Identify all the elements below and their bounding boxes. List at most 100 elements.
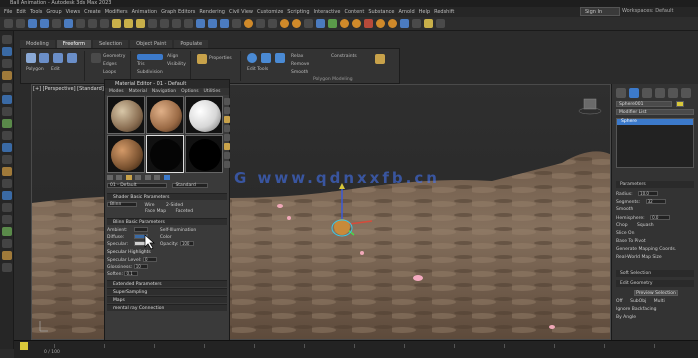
slice-on-checkbox[interactable]: Slice On <box>616 231 634 236</box>
soften-field[interactable]: 0.1 <box>124 271 139 276</box>
named-sets-icon[interactable] <box>244 19 253 28</box>
curve-editor-icon[interactable] <box>316 19 325 28</box>
move-tool-icon[interactable] <box>2 47 12 56</box>
spinner-snap-icon[interactable] <box>232 19 241 28</box>
toggle-scene-explorer-icon[interactable] <box>280 19 289 28</box>
base-to-pivot-checkbox[interactable]: Base To Pivot <box>616 239 646 244</box>
make-preview-icon[interactable] <box>224 143 230 150</box>
edit-tools-icon[interactable] <box>247 53 257 63</box>
select-by-name-icon[interactable] <box>76 19 85 28</box>
menu-content[interactable]: Content <box>344 9 364 15</box>
off-radio[interactable]: Off <box>616 299 623 304</box>
properties-icon[interactable] <box>197 54 207 64</box>
pivot-icon[interactable] <box>172 19 181 28</box>
menu-file[interactable]: File <box>4 9 12 15</box>
a360-icon[interactable] <box>412 19 421 28</box>
gen-mapping-checkbox[interactable]: Generate Mapping Coords. <box>616 247 676 252</box>
menu-redshift[interactable]: Redshift <box>434 9 454 15</box>
percent-snap-icon[interactable] <box>220 19 229 28</box>
faceted-checkbox[interactable]: Faceted <box>176 209 194 214</box>
me-menu-utilities[interactable]: Utilities <box>204 88 221 95</box>
preview-selection-button[interactable]: Preview Selection <box>634 290 678 296</box>
menu-help[interactable]: Help <box>419 9 430 15</box>
hide-icon[interactable] <box>2 107 12 116</box>
edit-geometry-rollout[interactable]: Edit Geometry <box>616 280 694 287</box>
multi-radio[interactable]: Multi <box>654 299 665 304</box>
material-slot-4[interactable] <box>107 135 145 173</box>
material-editor-icon[interactable] <box>340 19 349 28</box>
angle-snap-icon[interactable] <box>208 19 217 28</box>
display-tab-icon[interactable] <box>668 88 678 98</box>
cylinder-icon[interactable] <box>2 167 12 176</box>
material-slot-5[interactable] <box>146 135 184 173</box>
mental-ray-rollout[interactable]: mental ray Connection <box>107 304 227 311</box>
make-unique-icon[interactable] <box>144 175 151 180</box>
real-world-checkbox[interactable]: Real-World Map Size <box>616 255 662 260</box>
assign-material-icon[interactable] <box>125 175 132 180</box>
background-icon[interactable] <box>224 116 230 123</box>
wire-checkbox[interactable]: Wire <box>144 203 154 208</box>
object-color-swatch[interactable] <box>676 101 684 107</box>
layer-icon[interactable] <box>2 131 12 140</box>
subdivision-dropdown[interactable] <box>137 54 163 60</box>
modify-tab-icon[interactable] <box>629 88 639 98</box>
menu-graph-editors[interactable]: Graph Editors <box>161 9 195 15</box>
geometry-icon[interactable] <box>91 53 101 63</box>
menu-views[interactable]: Views <box>66 9 80 15</box>
uv-tiling-icon[interactable] <box>224 125 230 132</box>
remove-icon[interactable] <box>275 53 285 63</box>
move-icon[interactable] <box>112 19 121 28</box>
show-shaded-icon[interactable] <box>163 175 170 180</box>
maps-rollout[interactable]: Maps <box>107 296 227 303</box>
smooth-checkbox[interactable]: Smooth <box>616 207 633 212</box>
plane-icon[interactable] <box>2 179 12 188</box>
workspace-selector[interactable]: Workspaces: Default <box>622 7 673 16</box>
hemisphere-field[interactable]: 0.0 <box>650 215 671 220</box>
bind-space-warp-icon[interactable] <box>52 19 61 28</box>
video-color-check-icon[interactable] <box>224 134 230 141</box>
me-menu-options[interactable]: Options <box>181 88 198 95</box>
material-slot-3[interactable] <box>185 96 223 134</box>
edge-icon[interactable] <box>39 53 49 63</box>
options-icon[interactable] <box>224 152 230 159</box>
shader-basic-params-rollout[interactable]: Shader Basic Parameters <box>107 193 227 200</box>
soft-selection-rollout[interactable]: Soft Selection <box>616 270 694 277</box>
constraint-icon[interactable] <box>375 54 385 64</box>
utilities-tab-icon[interactable] <box>681 88 691 98</box>
tab-object-paint[interactable]: Object Paint <box>130 40 173 48</box>
menu-group[interactable]: Group <box>46 9 61 15</box>
material-type-button[interactable]: Standard <box>172 183 209 188</box>
menu-animation[interactable]: Animation <box>132 9 158 15</box>
ignore-backfacing-checkbox[interactable]: Ignore Backfacing <box>616 307 656 312</box>
extended-params-rollout[interactable]: Extended Parameters <box>107 280 227 287</box>
me-menu-material[interactable]: Material <box>129 88 147 95</box>
relax-icon[interactable] <box>261 53 271 63</box>
sign-in-button[interactable]: Sign In <box>580 7 620 16</box>
menu-customize[interactable]: Customize <box>257 9 283 15</box>
material-slot-6[interactable] <box>185 135 223 173</box>
border-icon[interactable] <box>53 53 63 63</box>
group-icon[interactable] <box>2 83 12 92</box>
object-name-field[interactable]: Sphere001 <box>616 101 672 107</box>
menu-modifiers[interactable]: Modifiers <box>105 9 128 15</box>
put-to-scene-icon[interactable] <box>116 175 123 180</box>
snap-icon[interactable] <box>2 263 12 272</box>
undo-icon[interactable] <box>4 19 13 28</box>
menu-create[interactable]: Create <box>84 9 101 15</box>
element-icon[interactable] <box>67 53 77 63</box>
link-icon[interactable] <box>28 19 37 28</box>
menu-interactive[interactable]: Interactive <box>314 9 341 15</box>
backlight-icon[interactable] <box>224 107 230 114</box>
tab-modeling[interactable]: Modeling <box>20 40 55 48</box>
tab-freeform[interactable]: Freeform <box>56 40 92 48</box>
tab-populate[interactable]: Populate <box>174 40 209 48</box>
window-crossing-icon[interactable] <box>100 19 109 28</box>
menu-substance[interactable]: Substance <box>368 9 394 15</box>
gloss-field[interactable]: 10 <box>133 264 148 269</box>
snaps-icon[interactable] <box>196 19 205 28</box>
opacity-field[interactable]: 100 <box>179 241 194 246</box>
blinn-basic-params-rollout[interactable]: Blinn Basic Parameters <box>107 218 227 225</box>
menu-tools[interactable]: Tools <box>30 9 42 15</box>
align-icon[interactable] <box>268 19 277 28</box>
tab-selection[interactable]: Selection <box>93 40 129 48</box>
